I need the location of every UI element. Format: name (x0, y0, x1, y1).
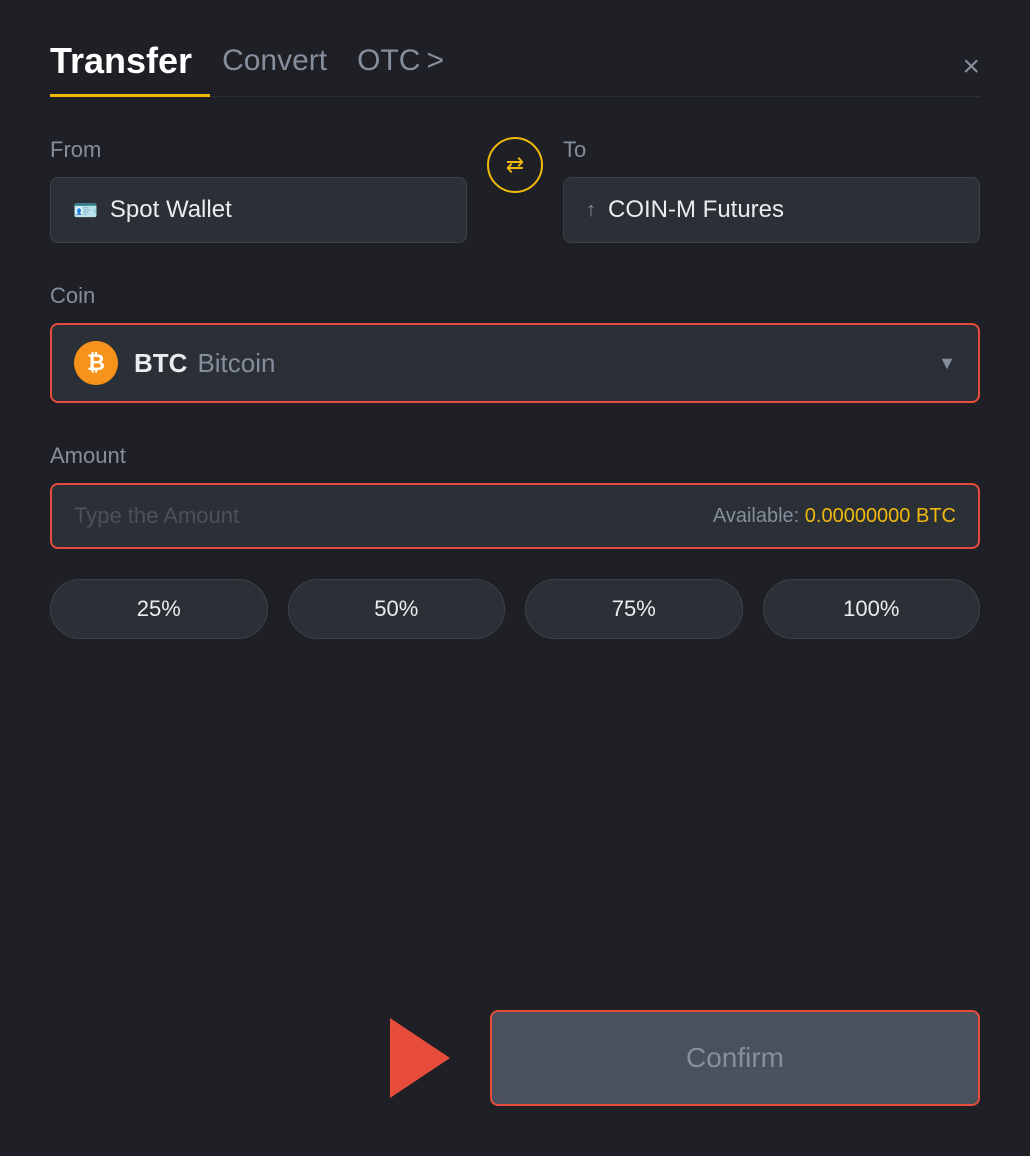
pct-25-button[interactable]: 25% (50, 579, 268, 639)
futures-icon: ↑ (586, 199, 596, 222)
swap-icon: ⇄ (506, 152, 524, 178)
coin-selector[interactable]: ₿ BTC Bitcoin ▼ (50, 323, 980, 403)
header: Transfer Convert OTC > × (50, 40, 980, 94)
bottom-area: Confirm (50, 970, 980, 1106)
to-field: To ↑ COIN-M Futures (563, 137, 980, 243)
amount-field-wrapper: Type the Amount Available: 0.00000000 BT… (50, 483, 980, 549)
to-wallet-name: COIN-M Futures (608, 196, 784, 224)
to-wallet-selector[interactable]: ↑ COIN-M Futures (563, 177, 980, 243)
transfer-modal: Transfer Convert OTC > × From 🪪 Spot Wal… (0, 0, 1030, 1156)
close-button[interactable]: × (962, 52, 980, 82)
chevron-down-icon: ▼ (938, 353, 956, 374)
from-label: From (50, 137, 467, 163)
to-label: To (563, 137, 980, 163)
active-tab-indicator (50, 94, 210, 97)
tab-divider (50, 96, 980, 97)
red-arrow-icon (390, 1018, 450, 1098)
coin-full-name: Bitcoin (197, 348, 275, 379)
from-wallet-selector[interactable]: 🪪 Spot Wallet (50, 177, 467, 243)
btc-icon: ₿ (74, 341, 118, 385)
tab-otc[interactable]: OTC > (357, 44, 444, 90)
available-amount: 0.00000000 BTC (805, 505, 956, 527)
tab-transfer[interactable]: Transfer (50, 40, 192, 94)
from-wallet-name: Spot Wallet (110, 196, 232, 224)
coin-symbol: BTC (134, 348, 187, 379)
pct-75-button[interactable]: 75% (525, 579, 743, 639)
swap-button[interactable]: ⇄ (487, 137, 543, 193)
pct-100-button[interactable]: 100% (763, 579, 981, 639)
pct-50-button[interactable]: 50% (288, 579, 506, 639)
coin-label: Coin (50, 283, 980, 309)
from-to-section: From 🪪 Spot Wallet ⇄ To ↑ COIN-M Futures (50, 137, 980, 243)
percentage-row: 25% 50% 75% 100% (50, 579, 980, 639)
wallet-card-icon: 🪪 (73, 198, 98, 223)
from-field: From 🪪 Spot Wallet (50, 137, 467, 243)
amount-input[interactable]: Type the Amount (74, 503, 713, 529)
swap-button-wrapper: ⇄ (467, 137, 563, 201)
tab-convert[interactable]: Convert (222, 44, 327, 90)
amount-label: Amount (50, 443, 980, 469)
confirm-button[interactable]: Confirm (490, 1010, 980, 1106)
arrow-wrapper (50, 1018, 460, 1098)
available-text: Available: 0.00000000 BTC (713, 505, 956, 528)
